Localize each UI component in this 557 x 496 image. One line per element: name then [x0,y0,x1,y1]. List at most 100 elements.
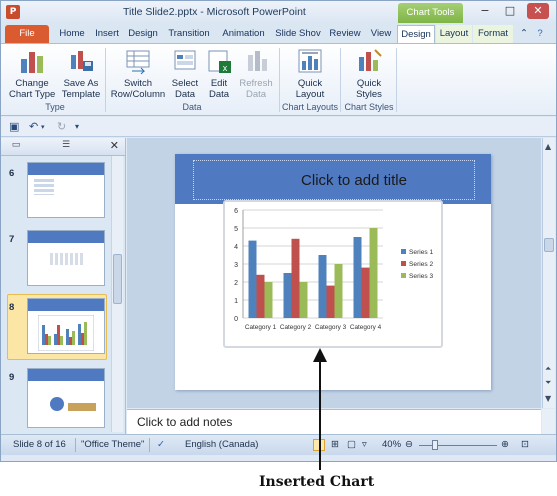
scroll-up-icon[interactable]: ▲ [545,142,551,151]
outline-tab-icon[interactable]: ☰ [59,140,73,154]
change-chart-type-button[interactable]: Change Chart Type [9,47,55,100]
tab-chart-design[interactable]: Design [397,25,435,43]
pointer-arrow [313,348,327,470]
slide-number: 8 [9,302,15,313]
slide-area-scrollbar[interactable]: ▲ ⏶ ⏷ ▼ [542,138,555,408]
chart-tools-context-label: Chart Tools [398,3,463,23]
zoom-slider-thumb[interactable] [432,440,438,450]
select-data-icon [174,50,196,70]
save-as-template-button[interactable]: Save As Template [61,47,101,100]
group-label-chart-layouts: Chart Layouts [281,102,339,112]
scroll-down-icon[interactable]: ▼ [545,394,551,403]
title-placeholder[interactable]: Click to add title [193,160,475,200]
slides-tab-icon[interactable]: ▭ [9,140,23,154]
switch-row-column-button[interactable]: Switch Row/Column [109,47,167,100]
x-tick-label: Category 3 [315,324,347,331]
slide-editing-area: Click to add title 0 1 2 3 4 5 6 Category 1 Cate… [127,138,541,408]
x-tick-label: Category 2 [280,324,312,331]
fit-slide-icon[interactable]: ⊡ [521,439,529,450]
scrollbar-thumb[interactable] [544,238,554,252]
zoom-out-icon[interactable]: ⊖ [405,439,413,450]
help-icon[interactable]: ? [533,25,547,43]
legend-swatch [401,249,406,254]
tab-file[interactable]: File [5,25,49,43]
slide-thumbnail-8[interactable] [27,298,105,354]
thumbnail-diagram [50,397,64,411]
group-label-chart-styles: Chart Styles [344,102,394,112]
slide-sorter-icon[interactable]: ⊞ [331,439,339,450]
close-button[interactable]: ✕ [527,3,549,19]
powerpoint-window: P Title Slide2.pptx - Microsoft PowerPoi… [0,0,557,462]
slides-pane-scrollbar[interactable] [111,156,123,432]
tab-review[interactable]: Review [326,25,364,43]
refresh-data-button[interactable]: Refresh Data [237,47,275,100]
next-slide-icon[interactable]: ⏷ [545,378,551,388]
slide-thumbnail-7[interactable] [27,230,105,286]
slide-number: 9 [9,372,15,383]
notes-scrollbar[interactable] [542,409,555,434]
bar-series-2 [326,285,335,318]
x-tick-label: Category 1 [245,324,277,331]
bar-series-3 [264,282,273,318]
tab-insert[interactable]: Insert [90,25,124,43]
reading-view-icon[interactable]: ▢ [347,439,356,450]
bar-series-2 [256,274,265,318]
y-tick-label: 3 [234,262,238,269]
close-pane-icon[interactable]: ✕ [110,139,119,152]
edit-data-button[interactable]: x Edit Data [204,47,234,100]
bar-chart: 0 1 2 3 4 5 6 Category 1 Category 2 Category 3 Cat… [234,208,434,331]
edit-data-icon: x [208,50,231,73]
y-tick-label: 6 [234,208,238,215]
slide-thumbnail-9[interactable] [27,368,105,428]
notes-pane[interactable]: Click to add notes [127,409,541,434]
tab-animations[interactable]: Animation [217,25,270,43]
tab-chart-layout[interactable]: Layout [436,25,472,43]
legend-swatch [401,273,406,278]
tab-chart-format[interactable]: Format [473,25,513,43]
zoom-in-icon[interactable]: ⊕ [501,439,509,450]
slide-thumbnail-6[interactable] [27,162,105,218]
thumbnail-table [34,179,54,195]
select-data-button[interactable]: Select Data [169,47,201,100]
tab-design[interactable]: Design [125,25,161,43]
tab-slide-show[interactable]: Slide Shov [272,25,324,43]
quick-styles-icon [359,49,382,71]
zoom-level[interactable]: 40% [382,439,401,450]
svg-text:x: x [223,63,228,73]
tab-view[interactable]: View [366,25,396,43]
legend-swatch [401,261,406,266]
redo-icon[interactable]: ↻ [57,120,66,133]
chart-object[interactable]: 0 1 2 3 4 5 6 Category 1 Category 2 Category 3 Cat… [223,200,443,348]
y-tick-label: 5 [234,226,238,233]
group-separator [105,48,106,112]
powerpoint-icon[interactable]: P [6,5,20,19]
slides-pane-header: ▭ ☰ ✕ [1,138,125,156]
quick-access-toolbar: ▣ ↶ ▾ ↻ ▾ [1,117,556,137]
bar-series-3 [334,264,343,318]
minimize-ribbon-icon[interactable]: ⌃ [517,25,531,43]
window-title: Title Slide2.pptx - Microsoft PowerPoint [123,6,306,18]
tab-transitions[interactable]: Transition [163,25,215,43]
group-separator [279,48,280,112]
language-indicator[interactable]: English (Canada) [185,439,258,450]
minimize-button[interactable]: − [474,3,496,19]
save-icon[interactable]: ▣ [9,120,19,133]
previous-slide-icon[interactable]: ⏶ [545,364,551,374]
slide-show-icon[interactable]: ▿ [362,439,367,450]
undo-dropdown-icon[interactable]: ▾ [41,123,45,131]
thumbnail-chart [38,315,94,351]
legend-label: Series 2 [409,261,434,268]
legend-label: Series 3 [409,273,434,280]
spelling-check-icon[interactable]: ✓ [157,439,165,450]
y-tick-label: 2 [234,280,238,287]
scrollbar-thumb[interactable] [113,254,122,304]
y-tick-label: 0 [234,316,238,323]
quick-layout-button[interactable]: Quick Layout [285,47,335,100]
customize-icon[interactable]: ▾ [75,122,79,131]
undo-icon[interactable]: ↶ [29,120,38,133]
theme-name[interactable]: "Office Theme" [81,439,144,450]
maximize-button[interactable]: □ [499,3,521,19]
quick-styles-button[interactable]: Quick Styles [346,47,392,100]
tab-home[interactable]: Home [55,25,89,43]
zoom-slider[interactable] [419,445,497,446]
